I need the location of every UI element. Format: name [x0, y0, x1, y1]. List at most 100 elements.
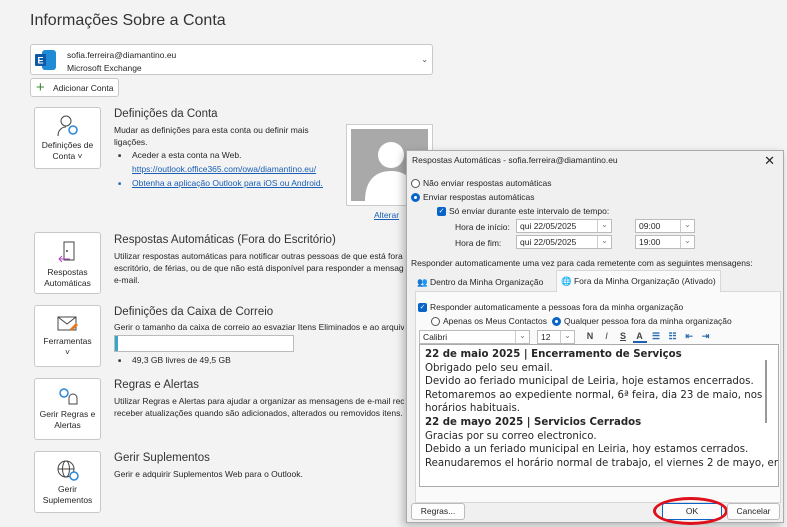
tile-label: Definições de Conta	[41, 140, 94, 161]
checkmark-icon: ✓	[437, 207, 446, 217]
radio-send-replies[interactable]: Enviar respostas automáticas	[411, 192, 535, 203]
reply-once-text: Responder automaticamente uma vez para c…	[411, 258, 753, 268]
automatic-replies-button[interactable]: Respostas Automáticas	[34, 232, 101, 294]
tab-inside-organization[interactable]: 👥 Dentro da Minha Organização	[413, 272, 547, 292]
checkbox-label: Só enviar durante este intervalo de temp…	[449, 206, 610, 216]
tab-label: Fora da Minha Organização (Ativado)	[573, 276, 716, 286]
start-time-value: 09:00	[639, 221, 661, 231]
account-settings-button[interactable]: Definições de Conta ˅	[34, 107, 101, 169]
rules-button[interactable]: Regras...	[411, 503, 465, 520]
section-heading: Gerir Suplementos	[114, 452, 210, 464]
section-desc: Mudar as definições para esta conta ou d…	[114, 125, 309, 135]
start-date-select[interactable]: qui 22/05/2025 ⌄	[516, 219, 612, 233]
outside-tab-panel: ✓ Responder automaticamente a pessoas for…	[415, 291, 781, 503]
add-account-button[interactable]: + Adicionar Conta	[30, 78, 119, 97]
section-desc: e-mail.	[114, 275, 140, 285]
door-arrow-icon	[57, 241, 74, 263]
ok-button[interactable]: OK	[662, 503, 722, 520]
chevron-down-icon: ⌄	[421, 55, 428, 64]
radio-label: Não enviar respostas automáticas	[423, 178, 552, 188]
message-line: Debido a un feriado municipal en Leiria,…	[425, 444, 749, 456]
bold-button[interactable]: N	[583, 331, 597, 341]
radio-icon	[411, 193, 420, 203]
end-date-value: qui 22/05/2025	[520, 237, 577, 247]
tile-label: Gerir Suplementos	[42, 484, 93, 505]
radio-no-replies[interactable]: Não enviar respostas automáticas	[411, 178, 552, 189]
cancel-button[interactable]: Cancelar	[727, 503, 780, 520]
radio-icon	[431, 317, 440, 327]
italic-button[interactable]: I	[600, 331, 614, 341]
start-time-select[interactable]: 09:00 ⌄	[635, 219, 695, 233]
gear-bell-icon	[58, 388, 77, 405]
underline-button[interactable]: S	[616, 331, 630, 341]
message-editor[interactable]: 22 de maio 2025 | Encerramento de Serviç…	[419, 344, 779, 487]
radio-anyone-outside[interactable]: Qualquer pessoa fora da minha organizaçã…	[552, 316, 732, 327]
font-select[interactable]: Calibri ⌄	[419, 330, 530, 344]
plus-icon: +	[36, 79, 45, 96]
chevron-down-icon: ⌄	[597, 236, 611, 248]
section-desc: receber atualizações quando são adiciona…	[114, 408, 403, 418]
globe-icon: 🌐	[561, 276, 572, 286]
person-gear-icon	[57, 115, 78, 137]
start-date-value: qui 22/05/2025	[520, 221, 577, 231]
checkbox-label: Responder automaticamente a pessoas fora…	[430, 302, 684, 312]
automatic-replies-dialog: Respostas Automáticas - sofia.ferreira@d…	[406, 150, 784, 525]
tab-outside-organization[interactable]: 🌐 Fora da Minha Organização (Ativado)	[556, 270, 721, 292]
account-type: Microsoft Exchange	[67, 63, 142, 73]
manage-addins-button[interactable]: Gerir Suplementos	[34, 451, 101, 513]
message-line: 22 de maio 2025 | Encerramento de Serviç…	[425, 349, 682, 360]
mailbox-usage-bar	[114, 335, 294, 352]
account-selector[interactable]: E sofia.ferreira@diamantino.eu Microsoft…	[30, 44, 433, 75]
section-heading: Definições da Caixa de Correio	[114, 306, 274, 318]
chevron-down-icon: ⌄	[680, 236, 694, 248]
section-desc: Gerir o tamanho da caixa de correio ao e…	[114, 322, 404, 332]
editor-scrollbar[interactable]	[765, 360, 767, 423]
change-photo-link[interactable]: Alterar	[374, 210, 399, 220]
radio-only-contacts[interactable]: Apenas os Meus Contactos	[431, 316, 547, 327]
font-size-value: 12	[541, 332, 551, 342]
owa-link[interactable]: https://outlook.office365.com/owa/diaman…	[132, 164, 316, 174]
svg-text:E: E	[38, 56, 44, 66]
reply-outside-checkbox[interactable]: ✓ Responder automaticamente a pessoas for…	[418, 302, 684, 313]
storage-text: 49,3 GB livres de 49,5 GB	[118, 355, 231, 365]
decrease-indent-icon[interactable]: ⇤	[682, 331, 696, 342]
section-heading: Respostas Automáticas (Fora do Escritóri…	[114, 234, 336, 246]
end-date-select[interactable]: qui 22/05/2025 ⌄	[516, 235, 612, 249]
end-time-select[interactable]: 19:00 ⌄	[635, 235, 695, 249]
font-color-button[interactable]: A	[632, 331, 647, 343]
tools-button[interactable]: Ferramentas ˅	[34, 305, 101, 367]
message-line: Retomaremos ao expediente normal, 6ª fei…	[425, 389, 763, 401]
globe-gear-icon	[57, 460, 79, 481]
format-toolbar: N I S A ☰ ☷ ⇤ ⇥	[583, 331, 713, 343]
add-account-label: Adicionar Conta	[53, 83, 114, 93]
chevron-down-icon: ⌄	[515, 331, 529, 343]
increase-indent-icon[interactable]: ⇥	[699, 331, 713, 342]
bullet-web-access: Aceder a esta conta na Web.	[118, 150, 242, 160]
manage-rules-button[interactable]: Gerir Regras e Alertas	[34, 378, 101, 440]
font-size-select[interactable]: 12 ⌄	[537, 330, 575, 344]
numbering-icon[interactable]: ☷	[666, 331, 680, 342]
message-line: Obrigado pelo seu email.	[425, 362, 553, 374]
message-line: Devido ao feriado municipal de Leiria, h…	[425, 376, 754, 388]
mobile-app-link[interactable]: Obtenha a aplicação Outlook para iOS ou …	[118, 178, 323, 188]
start-label: Hora de início:	[455, 222, 510, 232]
bullets-icon[interactable]: ☰	[649, 331, 663, 342]
radio-label: Apenas os Meus Contactos	[443, 316, 547, 326]
tile-label: Ferramentas	[43, 336, 92, 346]
chevron-down-icon: ⌄	[560, 331, 574, 343]
section-desc: escritório, de férias, ou de que não est…	[114, 263, 404, 273]
section-desc: Utilizar respostas automáticas para noti…	[114, 251, 404, 261]
chevron-down-icon: ⌄	[597, 220, 611, 232]
font-value: Calibri	[423, 332, 448, 342]
page-title: Informações Sobre a Conta	[30, 12, 226, 29]
tile-label: Respostas Automáticas	[44, 267, 91, 288]
radio-label: Enviar respostas automáticas	[423, 192, 535, 202]
close-icon[interactable]: ✕	[764, 153, 775, 169]
mailbox-usage-fill	[115, 336, 118, 351]
dialog-title: Respostas Automáticas - sofia.ferreira@d…	[412, 155, 618, 165]
section-heading: Definições da Conta	[114, 108, 218, 120]
time-range-checkbox[interactable]: ✓ Só enviar durante este intervalo de tem…	[437, 206, 610, 217]
section-desc: Gerir e adquirir Suplementos Web para o …	[114, 469, 303, 479]
exchange-icon: E	[35, 50, 56, 70]
end-time-value: 19:00	[639, 237, 661, 247]
